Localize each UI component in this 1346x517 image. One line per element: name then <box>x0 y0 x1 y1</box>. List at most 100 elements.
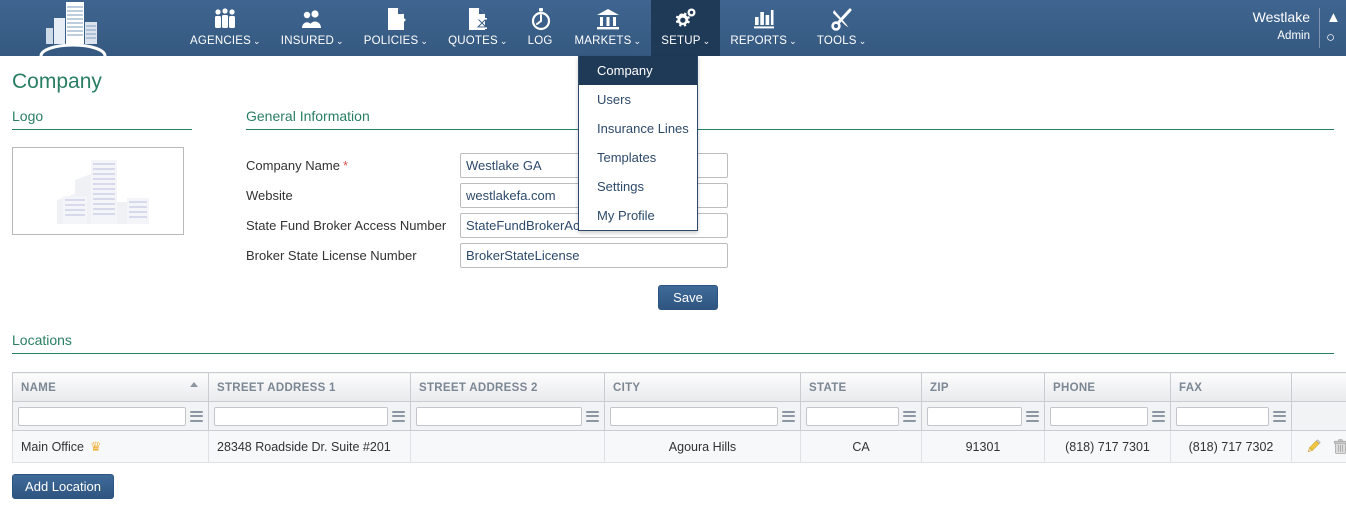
markets-bank-icon <box>595 6 621 32</box>
label-state-fund-broker-access-number: State Fund Broker Access Number <box>246 218 447 233</box>
filter-menu-icon[interactable] <box>782 410 795 423</box>
cell-fax: (818) 717 7302 <box>1170 430 1292 463</box>
col-header-street-address-1[interactable]: STREET ADDRESS 1 <box>208 372 411 402</box>
nav-label: POLICIES ⌄ <box>363 35 429 47</box>
filter-input-street-address-2[interactable] <box>416 406 582 426</box>
menu-item-templates[interactable]: Templates <box>579 143 697 172</box>
filter-cell-name <box>12 401 209 431</box>
cell-actions <box>1291 430 1346 463</box>
sort-ascending-icon <box>190 382 198 387</box>
filter-input-city[interactable] <box>610 406 778 426</box>
save-button[interactable]: Save <box>658 285 718 310</box>
nav-item-tools[interactable]: TOOLS ⌄ <box>807 0 877 56</box>
broker-state-license-number-input[interactable] <box>460 243 728 268</box>
table-row[interactable]: Main Office ♛ 28348 Roadside Dr. Suite #2… <box>12 430 1346 463</box>
required-asterisk: * <box>342 158 348 173</box>
chevron-down-icon: ⌄ <box>702 36 711 46</box>
cell-street-address-1: 28348 Roadside Dr. Suite #201 <box>208 430 411 463</box>
menu-item-insurance-lines[interactable]: Insurance Lines <box>579 114 697 143</box>
nav-item-agencies[interactable]: AGENCIES ⌄ <box>180 0 271 56</box>
nav-label: INSURED ⌄ <box>280 35 344 47</box>
notification-icon[interactable]: ▲ <box>1326 8 1346 28</box>
chevron-down-icon: ⌄ <box>335 36 344 46</box>
nav-item-insured[interactable]: INSURED ⌄ <box>271 0 354 56</box>
chevron-down-icon: ⌄ <box>499 36 508 46</box>
filter-cell-state <box>800 401 922 431</box>
filter-cell-street-address-2 <box>410 401 605 431</box>
table-header-row: NAME STREET ADDRESS 1 STREET ADDRESS 2 C… <box>12 372 1346 402</box>
agencies-people-icon <box>212 6 238 32</box>
cell-name: Main Office ♛ <box>12 430 209 463</box>
user-name: Westlake <box>1252 9 1310 25</box>
nav-item-policies[interactable]: POLICIES ⌄ <box>354 0 438 56</box>
filter-input-zip[interactable] <box>927 406 1022 426</box>
trash-delete-icon[interactable] <box>1333 438 1346 455</box>
filter-input-street-address-1[interactable] <box>214 406 388 426</box>
nav-item-markets[interactable]: MARKETS ⌄ <box>565 0 652 56</box>
cell-phone: (818) 717 7301 <box>1044 430 1171 463</box>
nav-item-setup[interactable]: SETUP ⌄ <box>651 0 721 56</box>
filter-cell-phone <box>1044 401 1171 431</box>
filter-input-state[interactable] <box>806 406 899 426</box>
chevron-down-icon: ⌄ <box>789 36 797 46</box>
topbar-edge-icons[interactable]: ▲ ○ <box>1326 8 1346 48</box>
nav-item-quotes[interactable]: QUOTES ⌄ <box>438 0 518 56</box>
cell-street-address-2 <box>410 430 605 463</box>
col-header-city[interactable]: CITY <box>604 372 801 402</box>
col-header-fax[interactable]: FAX <box>1170 372 1292 402</box>
col-header-name[interactable]: NAME <box>12 372 209 402</box>
filter-menu-icon[interactable] <box>903 410 916 423</box>
col-header-state[interactable]: STATE <box>800 372 922 402</box>
pencil-edit-icon[interactable] <box>1306 439 1321 454</box>
filter-menu-icon[interactable] <box>1026 410 1039 423</box>
nav-item-log[interactable]: LOG <box>518 0 565 56</box>
col-header-street-address-2[interactable]: STREET ADDRESS 2 <box>410 372 605 402</box>
filter-menu-icon[interactable] <box>586 410 599 423</box>
filter-cell-street-address-1 <box>208 401 411 431</box>
add-location-button[interactable]: Add Location <box>12 474 114 499</box>
section-header-locations: Locations <box>12 332 1334 354</box>
building-placeholder-icon <box>57 160 149 224</box>
menu-item-settings[interactable]: Settings <box>579 172 697 201</box>
label-company-name: Company Name * <box>246 158 348 173</box>
menu-item-company[interactable]: Company <box>579 56 697 85</box>
filter-menu-icon[interactable] <box>1273 410 1286 423</box>
top-navigation-bar: AGENCIES ⌄ INSURED ⌄ POLICIES ⌄ QUOTES ⌄… <box>0 0 1346 56</box>
user-account-info[interactable]: Westlake Admin <box>1253 8 1310 44</box>
nav-label: QUOTES ⌄ <box>448 35 508 47</box>
nav-label: TOOLS ⌄ <box>816 35 867 47</box>
locations-table: NAME STREET ADDRESS 1 STREET ADDRESS 2 C… <box>12 372 1346 463</box>
chevron-down-icon: ⌄ <box>253 36 261 46</box>
filter-cell-actions <box>1291 401 1346 431</box>
filter-input-phone[interactable] <box>1050 406 1148 426</box>
page-title: Company <box>12 70 102 93</box>
filter-input-fax[interactable] <box>1176 406 1269 426</box>
nav-item-reports[interactable]: REPORTS ⌄ <box>720 0 807 56</box>
building-skyline-logo[interactable] <box>28 0 118 56</box>
filter-cell-city <box>604 401 801 431</box>
insured-users-icon <box>299 6 325 32</box>
policies-doc-check-icon <box>385 6 407 32</box>
nav-label: SETUP ⌄ <box>661 35 711 47</box>
log-stopwatch-icon <box>530 6 552 32</box>
label-broker-state-license-number: Broker State License Number <box>246 248 417 263</box>
col-header-zip[interactable]: ZIP <box>921 372 1045 402</box>
chevron-down-icon: ⌄ <box>420 36 429 46</box>
filter-menu-icon[interactable] <box>392 410 405 423</box>
quotes-doc-hourglass-icon <box>467 6 489 32</box>
setup-gears-icon <box>673 6 699 32</box>
primary-location-crown-icon: ♛ <box>90 438 102 454</box>
nav-label: MARKETS ⌄ <box>574 35 642 47</box>
filter-menu-icon[interactable] <box>1152 410 1165 423</box>
section-header-logo: Logo <box>12 108 192 130</box>
filter-menu-icon[interactable] <box>190 410 203 423</box>
menu-item-my-profile[interactable]: My Profile <box>579 201 697 230</box>
menu-item-users[interactable]: Users <box>579 85 697 114</box>
filter-input-name[interactable] <box>18 406 186 426</box>
company-logo-box[interactable] <box>12 147 184 235</box>
nav-label: REPORTS ⌄ <box>730 35 797 47</box>
col-header-actions <box>1291 372 1346 402</box>
col-header-phone[interactable]: PHONE <box>1044 372 1171 402</box>
section-header-general: General Information <box>246 108 1334 130</box>
help-icon[interactable]: ○ <box>1326 28 1346 48</box>
